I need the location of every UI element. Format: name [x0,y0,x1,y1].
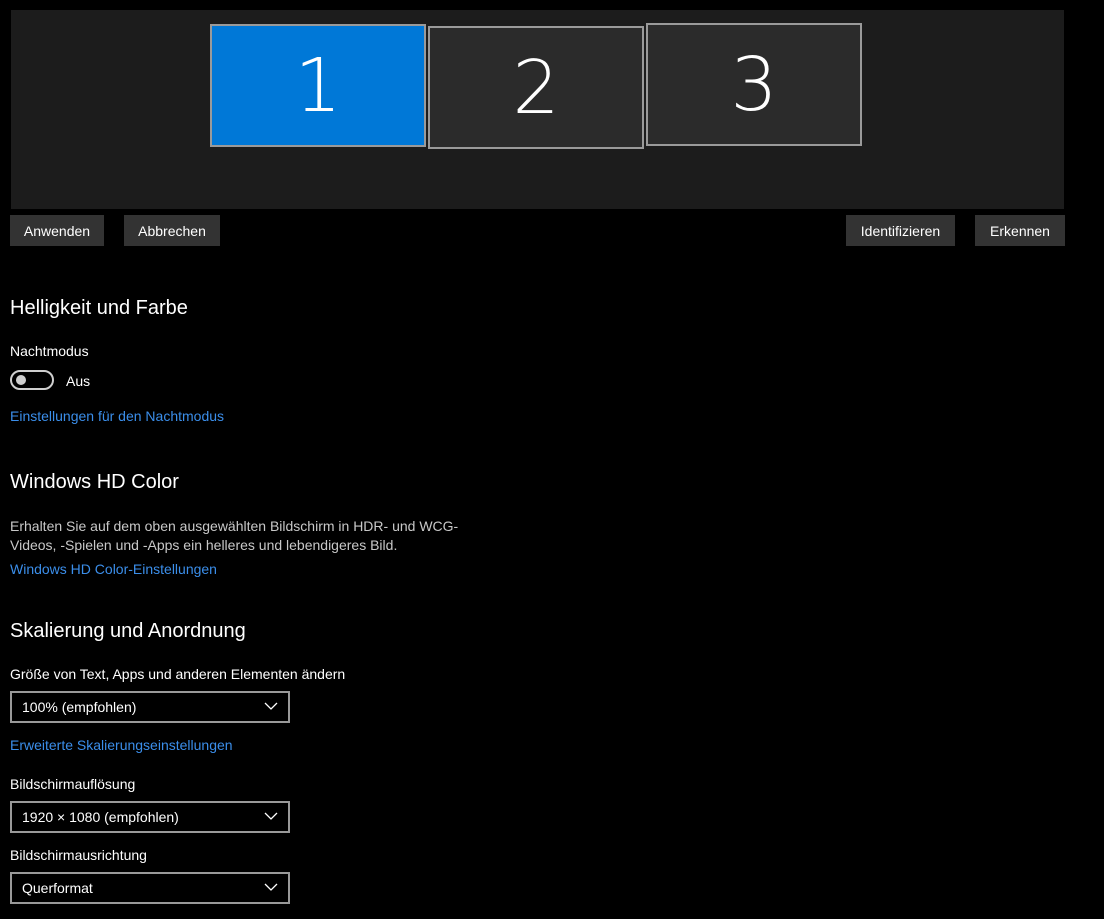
night-mode-state: Aus [66,373,91,389]
resolution-dropdown[interactable]: 1920 × 1080 (empfohlen) [10,801,290,833]
chevron-down-icon [264,812,278,820]
identify-button[interactable]: Identifizieren [846,215,955,246]
monitor-1-number: 1 [294,42,342,129]
orientation-value: Querformat [22,880,93,896]
hdcolor-settings-link[interactable]: Windows HD Color-Einstellungen [10,561,217,577]
scale-size-label: Größe von Text, Apps und anderen Element… [10,666,346,682]
night-mode-label: Nachtmodus [10,343,89,359]
orientation-dropdown[interactable]: Querformat [10,872,290,904]
advanced-scaling-link[interactable]: Erweiterte Skalierungseinstellungen [10,737,233,753]
brightness-heading: Helligkeit und Farbe [10,297,188,319]
chevron-down-icon [264,702,278,710]
resolution-label: Bildschirmauflösung [10,776,136,792]
monitor-1[interactable]: 1 [210,24,426,147]
cancel-button[interactable]: Abbrechen [124,215,220,246]
scale-size-dropdown[interactable]: 100% (empfohlen) [10,691,290,723]
resolution-value: 1920 × 1080 (empfohlen) [22,809,179,825]
scale-size-value: 100% (empfohlen) [22,699,137,715]
monitor-3[interactable]: 3 [646,23,862,146]
monitor-arrangement-area: 1 2 3 [11,10,1064,209]
night-mode-toggle[interactable] [10,370,54,390]
orientation-label: Bildschirmausrichtung [10,847,147,863]
detect-button[interactable]: Erkennen [975,215,1065,246]
toggle-knob [16,375,26,385]
monitor-3-number: 3 [730,41,778,128]
apply-button[interactable]: Anwenden [10,215,104,246]
hdcolor-heading: Windows HD Color [10,471,179,493]
night-mode-settings-link[interactable]: Einstellungen für den Nachtmodus [10,408,224,424]
hdcolor-description: Erhalten Sie auf dem oben ausgewählten B… [10,518,459,553]
monitor-2[interactable]: 2 [428,26,644,149]
scaling-heading: Skalierung und Anordnung [10,620,246,642]
monitor-2-number: 2 [512,44,560,131]
chevron-down-icon [264,883,278,891]
